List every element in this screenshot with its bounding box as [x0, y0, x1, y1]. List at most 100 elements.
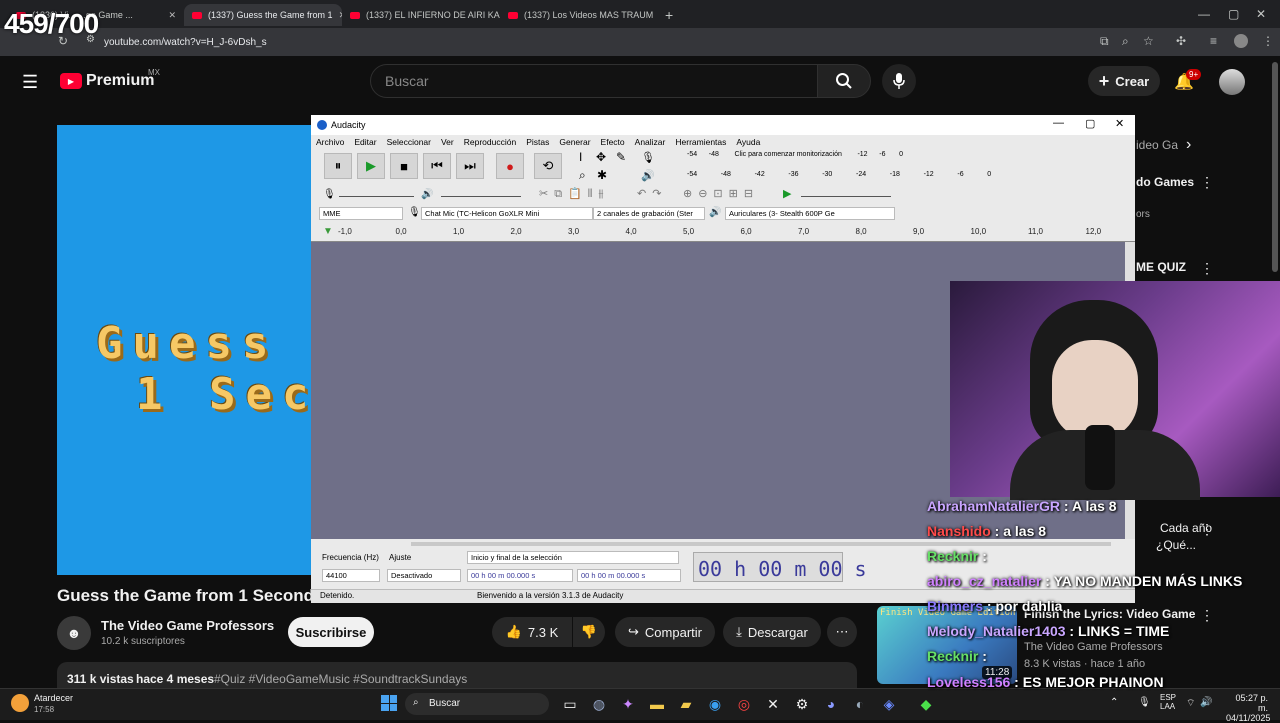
- extensions-icon[interactable]: ✣: [1176, 34, 1186, 48]
- chevron-right-icon[interactable]: ›: [1186, 136, 1191, 154]
- volume-icon[interactable]: 🔊: [1200, 697, 1212, 708]
- stop-button[interactable]: ■: [390, 153, 418, 179]
- menu-reproduccion[interactable]: Reproducción: [464, 137, 516, 147]
- menu-archivo[interactable]: Archivo: [316, 137, 344, 147]
- tray-mic-icon[interactable]: 🎙: [1138, 697, 1151, 708]
- loop-button[interactable]: ⟲: [534, 153, 562, 179]
- chat-username[interactable]: Loveless156: [927, 674, 1010, 690]
- menu-herramientas[interactable]: Herramientas: [675, 137, 726, 147]
- more-vert-icon[interactable]: ⋮: [1200, 174, 1214, 191]
- audio-host-select[interactable]: MME: [319, 207, 403, 220]
- download-button[interactable]: ⤓Descargar: [723, 617, 821, 647]
- menu-seleccionar[interactable]: Seleccionar: [387, 137, 431, 147]
- youtube-logo-icon[interactable]: ▶: [60, 73, 82, 89]
- profile-avatar[interactable]: [1234, 34, 1248, 48]
- discord-icon[interactable]: ◕: [821, 694, 841, 714]
- tray-icon[interactable]: ◆: [916, 694, 936, 714]
- voice-search-button[interactable]: [882, 64, 916, 98]
- folder-icon[interactable]: ▰: [676, 694, 696, 714]
- rec-item-1-title[interactable]: do Games: [1136, 175, 1194, 189]
- channel-name[interactable]: The Video Game Professors: [101, 618, 274, 633]
- recording-channels-select[interactable]: 2 canales de grabación (Ster: [593, 207, 705, 220]
- search-button[interactable]: [817, 64, 871, 98]
- youtube-premium-logo[interactable]: Premium: [86, 72, 154, 90]
- play-speed-slider[interactable]: [801, 196, 891, 197]
- chat-username[interactable]: Recknir: [927, 548, 978, 564]
- record-button[interactable]: ●: [496, 153, 524, 179]
- undo-redo-toolbar[interactable]: ↶↷: [637, 187, 667, 200]
- more-actions-button[interactable]: ⋯: [827, 617, 857, 647]
- menu-efecto[interactable]: Efecto: [601, 137, 625, 147]
- tray-chevron-icon[interactable]: ⌃: [1110, 697, 1118, 708]
- network-icon[interactable]: ⌔: [1186, 697, 1195, 710]
- minimize-icon[interactable]: —: [1053, 117, 1064, 129]
- account-avatar[interactable]: [1219, 69, 1245, 95]
- edge-icon[interactable]: ◉: [705, 694, 725, 714]
- snap-select[interactable]: Desactivado: [387, 569, 461, 582]
- more-vert-icon[interactable]: ⋮: [1200, 521, 1214, 538]
- minimize-icon[interactable]: —: [1198, 7, 1210, 21]
- dislike-button[interactable]: 👎: [573, 617, 605, 647]
- menu-editar[interactable]: Editar: [354, 137, 376, 147]
- channel-avatar[interactable]: ☻: [57, 616, 91, 650]
- steam-icon[interactable]: ◐: [850, 694, 870, 714]
- app-icon[interactable]: ◍: [589, 694, 609, 714]
- maximize-icon[interactable]: ▢: [1228, 7, 1239, 21]
- browser-tab-3[interactable]: (1337) EL INFIERNO DE AIRI KA✕: [342, 4, 500, 26]
- selection-mode-select[interactable]: Inicio y final de la selección: [467, 551, 679, 564]
- menu-generar[interactable]: Generar: [559, 137, 590, 147]
- app-icon-2[interactable]: ⚙: [792, 694, 812, 714]
- system-clock[interactable]: 05:27 p. m.04/11/2025: [1226, 693, 1268, 723]
- playback-meter[interactable]: -54 -48 -42 -36 -30 -24 -18 -12 -6 0: [687, 171, 932, 178]
- timeline-ruler[interactable]: [311, 224, 1135, 242]
- browser-tab-4[interactable]: (1337) Los Videos MAS TRAUM✕: [500, 4, 658, 26]
- new-tab-icon[interactable]: +: [665, 7, 673, 23]
- more-vert-icon[interactable]: ⋮: [1200, 260, 1214, 277]
- subscribe-button[interactable]: Suscribirse: [288, 617, 374, 647]
- close-icon[interactable]: ✕: [1256, 7, 1266, 21]
- copilot-icon[interactable]: ✦: [618, 694, 638, 714]
- skip-end-button[interactable]: ⏭: [456, 153, 484, 179]
- task-view-icon[interactable]: ▭: [560, 694, 580, 714]
- hashtags[interactable]: #Quiz #VideoGameMusic #SoundtrackSundays: [214, 672, 467, 686]
- taskbar-search[interactable]: Buscar: [405, 693, 549, 715]
- edit-toolbar[interactable]: ✂⧉📋⫴⫵: [539, 187, 609, 201]
- playback-volume-slider[interactable]: [441, 196, 521, 197]
- record-meter[interactable]: -54 -48 Clic para comenzar monitorizació…: [687, 151, 932, 158]
- menu-pistas[interactable]: Pistas: [526, 137, 549, 147]
- recording-device-select[interactable]: Chat Mic (TC-Helicon GoXLR Mini: [421, 207, 593, 220]
- mic-volume-slider[interactable]: [339, 196, 414, 197]
- file-explorer-icon[interactable]: ▬: [647, 694, 667, 714]
- skip-start-button[interactable]: ⏮: [423, 153, 451, 179]
- like-button[interactable]: 👍7.3 K: [492, 617, 572, 647]
- selection-end-field[interactable]: 00 h 00 m 00.000 s: [577, 569, 681, 582]
- playback-meter-speaker-icon[interactable]: 🔊: [641, 169, 655, 182]
- pin-head-icon[interactable]: ▼: [323, 226, 333, 237]
- zoom-icon[interactable]: ⌕: [1122, 34, 1129, 49]
- close-tab-icon[interactable]: ✕: [333, 10, 342, 21]
- share-button[interactable]: ↪Compartir: [615, 617, 715, 647]
- playback-device-select[interactable]: Auriculares (3- Stealth 600P Ge: [725, 207, 895, 220]
- zoom-tool-icon[interactable]: ⌕: [579, 168, 586, 183]
- close-icon[interactable]: ✕: [1115, 117, 1124, 130]
- input-language[interactable]: ESPLAA: [1160, 693, 1176, 711]
- selection-start-field[interactable]: 00 h 00 m 00.000 s: [467, 569, 573, 582]
- create-button[interactable]: +Crear: [1088, 66, 1160, 96]
- search-input[interactable]: Buscar: [370, 64, 818, 98]
- install-icon[interactable]: ⧉: [1100, 34, 1109, 49]
- draw-tool-icon[interactable]: ✎: [616, 150, 626, 164]
- bookmark-star-icon[interactable]: ☆: [1143, 34, 1154, 48]
- chat-username[interactable]: Melody_Natalier1403: [927, 623, 1066, 639]
- menu-ayuda[interactable]: Ayuda: [736, 137, 760, 147]
- menu-ver[interactable]: Ver: [441, 137, 454, 147]
- menu-dots-icon[interactable]: ⋮: [1262, 34, 1274, 48]
- audacity-taskbar-icon[interactable]: ◈: [879, 694, 899, 714]
- close-tab-icon[interactable]: ✕: [653, 10, 658, 21]
- zoom-toolbar[interactable]: ⊕⊖⊡⊞⊟: [683, 187, 759, 200]
- audacity-titlebar[interactable]: [311, 115, 1135, 135]
- envelope-tool-icon[interactable]: ✥: [596, 150, 606, 164]
- chip-label[interactable]: ideo Ga: [1136, 138, 1178, 152]
- rec-item-2-title[interactable]: ME QUIZ: [1136, 260, 1186, 274]
- weather-icon[interactable]: [11, 694, 29, 712]
- time-display[interactable]: 00 h 00 m 00 s: [693, 552, 843, 582]
